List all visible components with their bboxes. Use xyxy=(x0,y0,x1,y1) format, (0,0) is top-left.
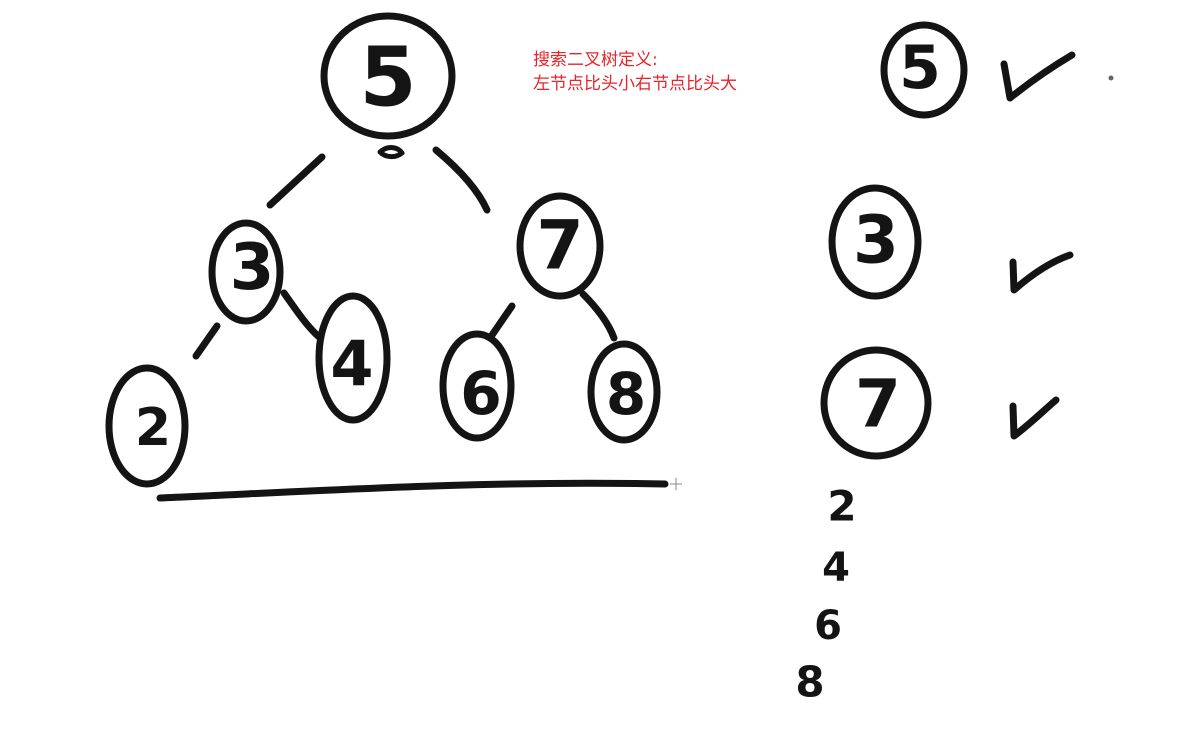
tree-node-right-right: 8 xyxy=(587,340,661,444)
node-value: 6 xyxy=(460,359,502,429)
node-value: 3 xyxy=(853,202,899,279)
tree-node-root: 5 xyxy=(320,12,456,140)
crosshair-cursor-icon xyxy=(670,478,682,490)
tree-node-left-right: 4 xyxy=(315,292,391,424)
tree-node-right: 7 xyxy=(516,192,604,300)
checkmark-icon xyxy=(1009,251,1074,294)
node-value: 5 xyxy=(359,31,416,126)
drawing-canvas: 5 3 7 2 4 6 8 5 3 7 2 4 6 8 xyxy=(105,12,1114,707)
node-value: 3 xyxy=(230,231,275,305)
edge-3-2 xyxy=(192,322,221,360)
check-row-right: 7 xyxy=(820,346,1060,460)
sequence-list: 2 4 6 8 xyxy=(795,482,856,707)
edge-7-8 xyxy=(579,290,618,342)
checkmark-icon xyxy=(1000,51,1076,102)
sequence-item: 4 xyxy=(822,545,850,591)
sequence-item: 8 xyxy=(795,658,824,707)
stray-dot xyxy=(1108,75,1114,81)
tree-node-left: 3 xyxy=(208,219,284,325)
sequence-item: 2 xyxy=(827,482,856,531)
checkmark-icon xyxy=(1009,396,1060,440)
node-value: 5 xyxy=(899,33,941,103)
tree-node-left-left: 2 xyxy=(105,364,189,488)
underline xyxy=(156,479,669,502)
node-value: 7 xyxy=(536,207,583,286)
root-tail-mark xyxy=(377,145,405,160)
tree-node-right-left: 6 xyxy=(439,330,515,442)
edge-5-3 xyxy=(266,153,326,209)
node-value: 2 xyxy=(135,398,171,458)
check-row-left: 3 xyxy=(828,184,1074,300)
edge-7-6 xyxy=(486,302,516,342)
check-row-root: 5 xyxy=(880,21,1114,119)
edge-3-4 xyxy=(280,289,322,340)
edge-5-7 xyxy=(432,146,491,214)
node-value: 4 xyxy=(330,328,373,401)
sequence-item: 6 xyxy=(814,603,842,649)
node-value: 7 xyxy=(855,366,901,443)
node-value: 8 xyxy=(606,360,646,428)
